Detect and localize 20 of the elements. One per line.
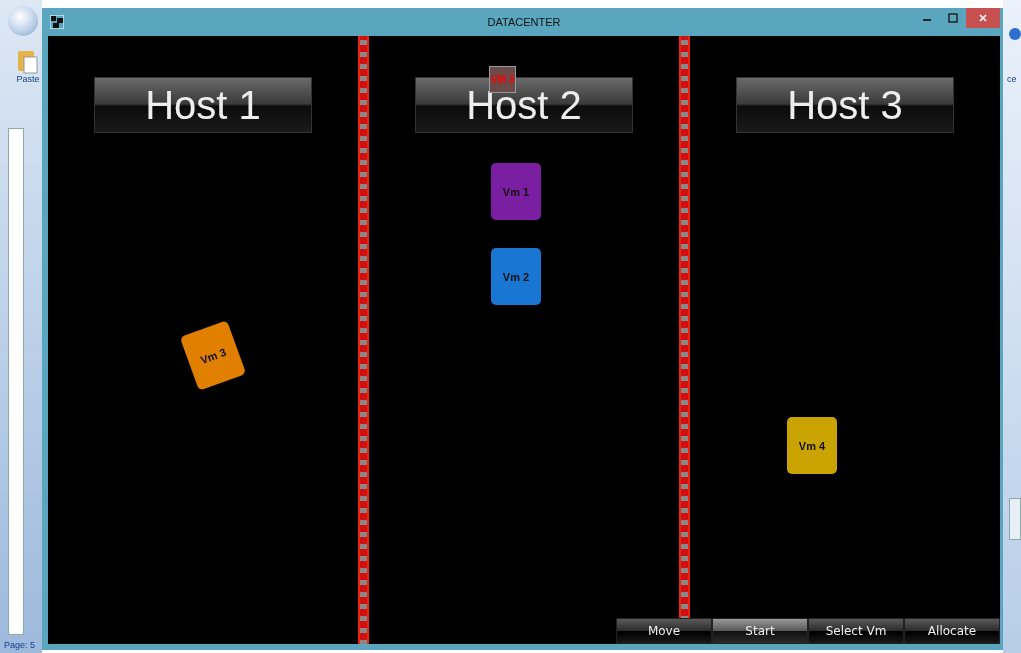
- scrollbar-thumb[interactable]: [1009, 498, 1021, 540]
- ribbon-label: ce: [1007, 74, 1017, 84]
- vm-tile[interactable]: Vm 4: [787, 417, 837, 474]
- app-icon: [50, 15, 64, 29]
- vm-tile[interactable]: Vm 2: [491, 248, 541, 305]
- clipboard-icon: [17, 48, 39, 74]
- window-title: DATACENTER: [486, 16, 562, 28]
- vm-tile[interactable]: Vm 3: [179, 320, 247, 391]
- action-button[interactable]: Start: [712, 618, 808, 644]
- close-button[interactable]: [966, 8, 1000, 28]
- host-header: Host 3: [736, 77, 954, 133]
- page-status: Page: 5: [4, 640, 36, 650]
- paste-button[interactable]: Paste: [8, 48, 48, 84]
- maximize-icon: [948, 13, 958, 23]
- action-button[interactable]: Move: [616, 618, 712, 644]
- action-button[interactable]: Select Vm: [808, 618, 904, 644]
- help-icon[interactable]: [1009, 28, 1021, 40]
- action-button[interactable]: Allocate: [904, 618, 1000, 644]
- host-header: Host 1: [94, 77, 312, 133]
- close-icon: [978, 13, 988, 23]
